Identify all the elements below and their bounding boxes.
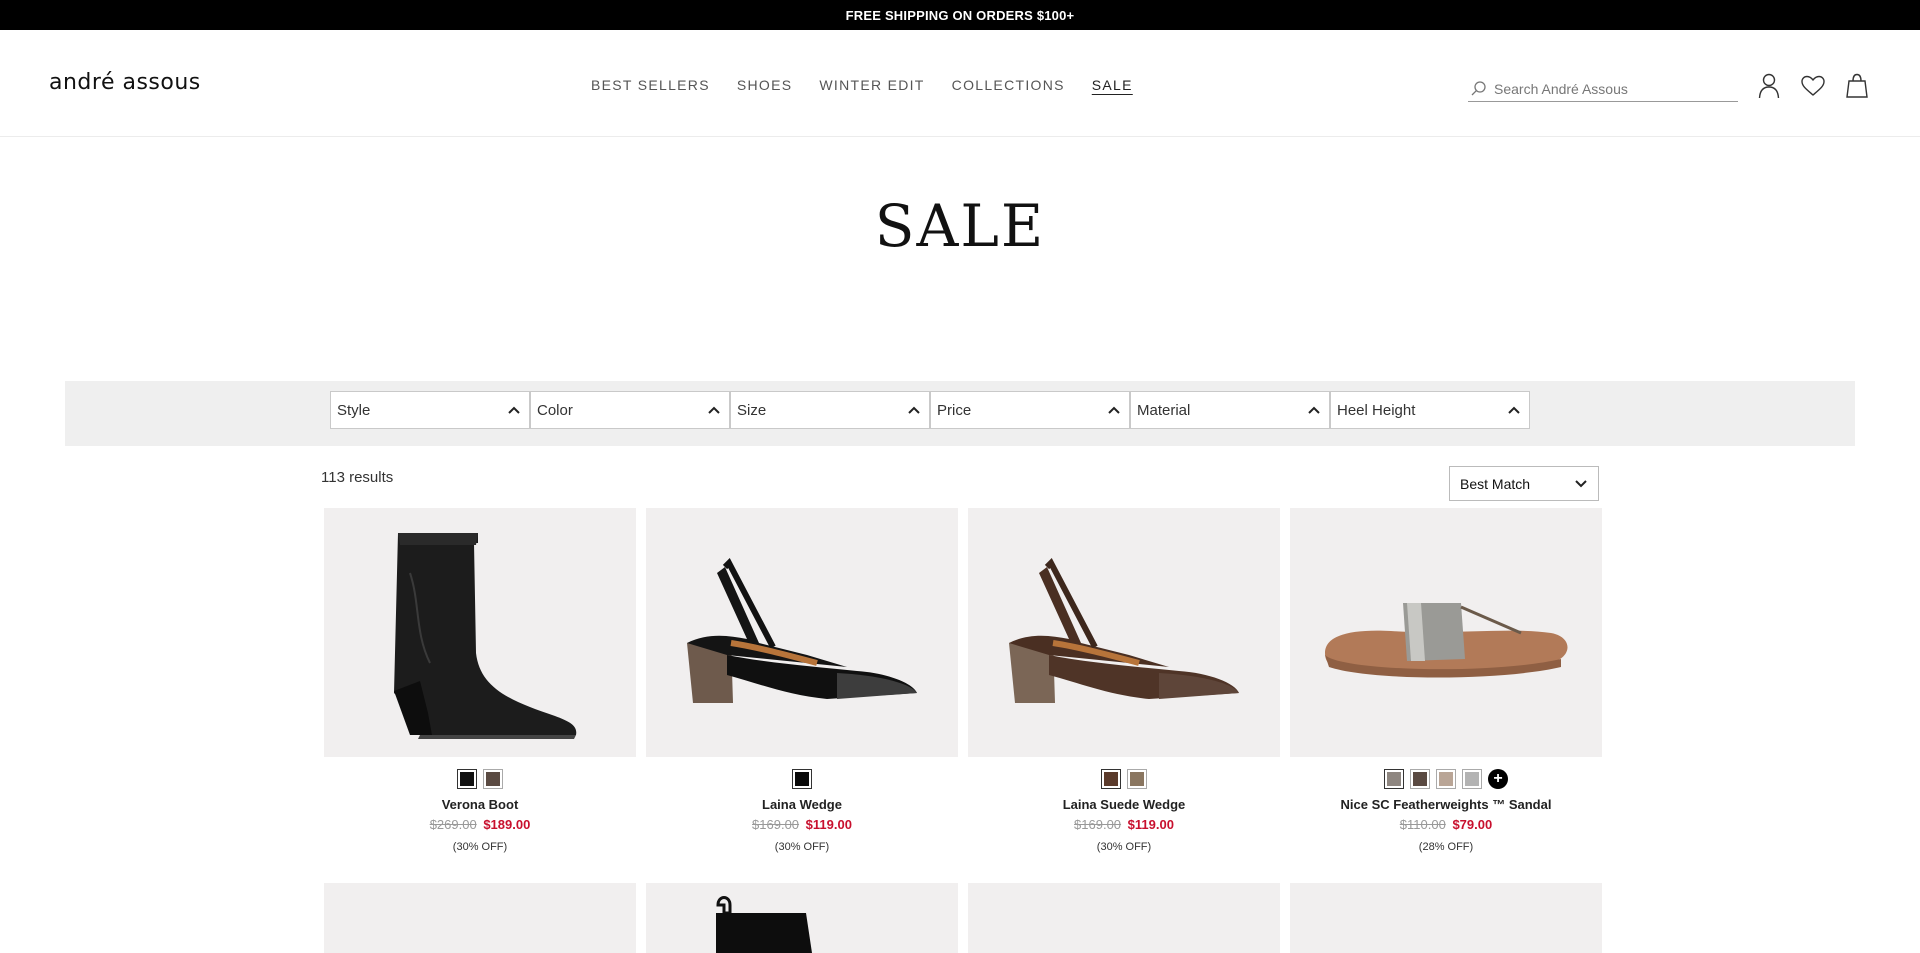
product-card[interactable]: + Nice SC Featherweights ™ Sandal $110.0… <box>1290 508 1602 853</box>
filter-size[interactable]: Size <box>730 391 930 429</box>
nav-best-sellers[interactable]: BEST SELLERS <box>591 77 710 93</box>
original-price: $169.00 <box>752 817 800 832</box>
chevron-up-icon <box>1108 406 1120 414</box>
filter-label: Heel Height <box>1337 401 1416 419</box>
filter-label: Price <box>937 401 972 419</box>
color-swatches: + <box>1290 769 1602 791</box>
brand-logo[interactable]: andré assous <box>49 70 201 95</box>
product-name[interactable]: Laina Suede Wedge <box>968 797 1280 812</box>
site-header: andré assous BEST SELLERS SHOES WINTER E… <box>0 30 1920 137</box>
filter-list: Style Color Size Price Material Heel Hei… <box>330 391 1530 429</box>
filter-label: Style <box>337 401 371 419</box>
page-title: SALE <box>874 192 1046 260</box>
product-price: $269.00 $189.00 <box>324 817 636 832</box>
wedge-image <box>1009 557 1239 703</box>
nav-collections[interactable]: COLLECTIONS <box>952 77 1065 93</box>
sale-price: $119.00 <box>805 817 852 832</box>
product-image[interactable] <box>324 883 636 953</box>
color-swatch[interactable] <box>1384 769 1404 789</box>
product-price: $169.00 $119.00 <box>968 817 1280 832</box>
original-price: $269.00 <box>429 817 477 832</box>
nav-winter-edit[interactable]: WINTER EDIT <box>819 77 924 93</box>
product-card[interactable]: Laina Wedge $169.00 $119.00 (30% OFF) <box>646 508 958 853</box>
nav-sale[interactable]: SALE <box>1092 77 1133 93</box>
product-image[interactable] <box>646 883 958 953</box>
announcement-text: FREE SHIPPING ON ORDERS $100+ <box>845 7 1075 23</box>
chevron-up-icon <box>708 406 720 414</box>
product-price: $110.00 $79.00 <box>1290 817 1602 832</box>
sock-boot-image <box>716 896 812 953</box>
discount-label: (28% OFF) <box>1418 841 1474 853</box>
chevron-up-icon <box>1308 406 1320 414</box>
color-swatches <box>968 769 1280 791</box>
wishlist-heart-icon[interactable] <box>1800 72 1826 100</box>
product-image[interactable] <box>1290 883 1602 953</box>
sort-select[interactable]: Best Match <box>1449 466 1599 501</box>
filter-style[interactable]: Style <box>330 391 530 429</box>
more-colors-plus-icon[interactable]: + <box>1488 769 1508 789</box>
product-image[interactable] <box>324 508 636 757</box>
color-swatch[interactable] <box>1410 769 1430 789</box>
search-input[interactable] <box>1494 80 1724 97</box>
original-price: $110.00 <box>1399 817 1446 832</box>
chevron-up-icon <box>1508 406 1520 414</box>
wedge-image <box>687 557 917 703</box>
color-swatch[interactable] <box>1101 769 1121 789</box>
product-image[interactable] <box>1290 508 1602 757</box>
product-price: $169.00 $119.00 <box>646 817 958 832</box>
color-swatch[interactable] <box>457 769 477 789</box>
original-price: $169.00 <box>1074 817 1122 832</box>
filter-bar: Style Color Size Price Material Heel Hei… <box>65 381 1855 446</box>
chevron-down-icon <box>1575 479 1587 487</box>
announcement-bar: FREE SHIPPING ON ORDERS $100+ <box>0 0 1920 30</box>
color-swatch[interactable] <box>1436 769 1456 789</box>
filter-label: Size <box>737 401 767 419</box>
color-swatch[interactable] <box>1127 769 1147 789</box>
product-name[interactable]: Laina Wedge <box>646 797 958 812</box>
product-image[interactable] <box>968 883 1280 953</box>
sale-price: $79.00 <box>1452 817 1493 832</box>
filter-material[interactable]: Material <box>1130 391 1330 429</box>
filter-label: Material <box>1137 401 1191 419</box>
color-swatches <box>646 769 958 791</box>
color-swatch[interactable] <box>792 769 812 789</box>
sort-selected-value: Best Match <box>1460 475 1531 492</box>
color-swatches <box>324 769 636 791</box>
sandal-image <box>1325 602 1568 677</box>
product-card[interactable]: Verona Boot $269.00 $189.00 (30% OFF) <box>324 508 636 853</box>
header-icons <box>1756 72 1870 100</box>
search-icon[interactable] <box>1470 80 1488 98</box>
discount-label: (30% OFF) <box>452 841 508 853</box>
shopping-bag-icon[interactable] <box>1844 72 1870 100</box>
product-image[interactable] <box>646 508 958 757</box>
account-icon[interactable] <box>1756 72 1782 100</box>
discount-label: (30% OFF) <box>1096 841 1152 853</box>
chevron-up-icon <box>508 406 520 414</box>
chevron-up-icon <box>908 406 920 414</box>
sale-price: $189.00 <box>483 817 531 832</box>
color-swatch[interactable] <box>1462 769 1482 789</box>
main-nav: BEST SELLERS SHOES WINTER EDIT COLLECTIO… <box>591 77 1133 93</box>
results-count: 113 results <box>321 469 394 486</box>
boot-image <box>394 532 577 739</box>
filter-heel-height[interactable]: Heel Height <box>1330 391 1530 429</box>
discount-label: (30% OFF) <box>774 841 830 853</box>
product-image[interactable] <box>968 508 1280 757</box>
product-card[interactable]: Laina Suede Wedge $169.00 $119.00 (30% O… <box>968 508 1280 853</box>
filter-color[interactable]: Color <box>530 391 730 429</box>
product-name[interactable]: Verona Boot <box>324 797 636 812</box>
filter-label: Color <box>537 401 573 419</box>
color-swatch[interactable] <box>483 769 503 789</box>
search-box <box>1468 76 1738 102</box>
product-name[interactable]: Nice SC Featherweights ™ Sandal <box>1290 797 1602 812</box>
filter-price[interactable]: Price <box>930 391 1130 429</box>
sale-price: $119.00 <box>1127 817 1174 832</box>
nav-shoes[interactable]: SHOES <box>737 77 793 93</box>
